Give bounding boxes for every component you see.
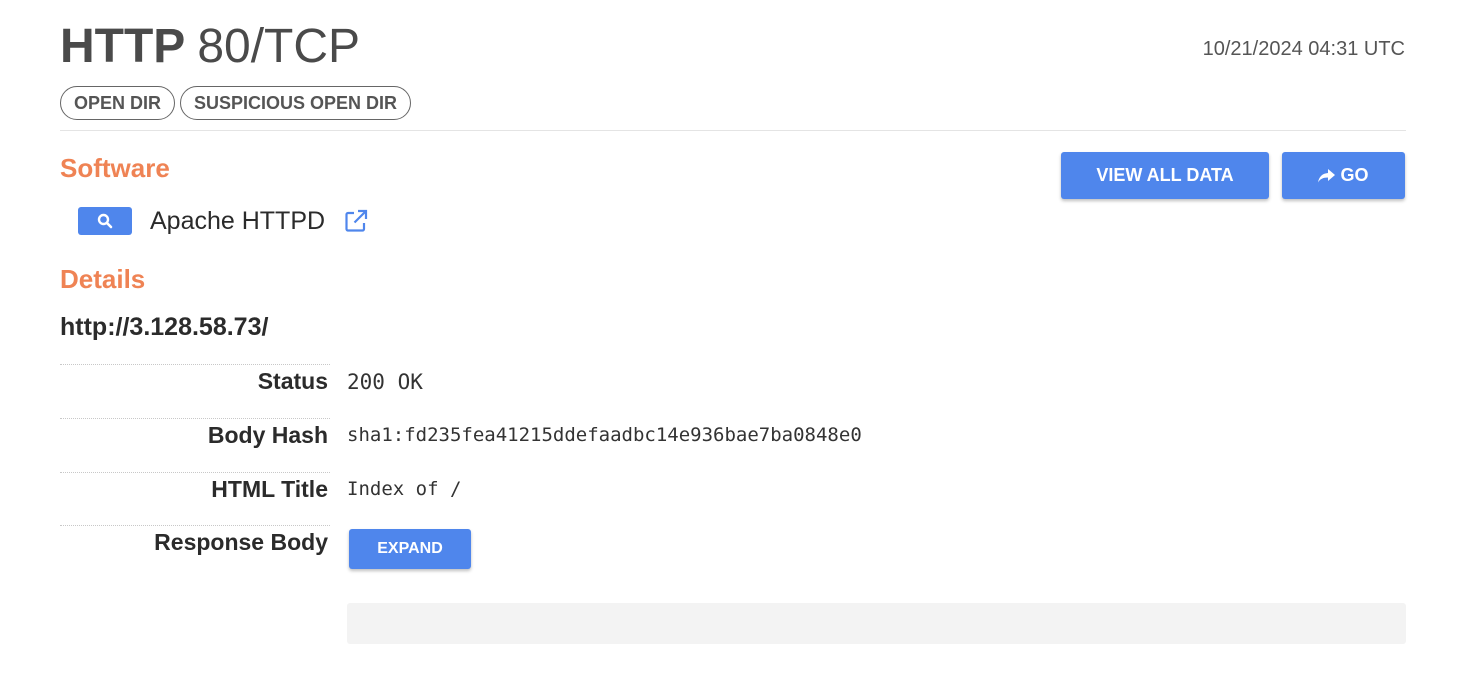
timestamp: 10/21/2024 04:31 UTC — [1202, 38, 1405, 60]
details-heading: Details — [60, 264, 146, 294]
response-body-preview — [347, 603, 1406, 644]
detail-row-body-hash: Body Hash sha1:fd235fea41215ddefaadbc14e… — [60, 418, 1406, 472]
view-all-data-button[interactable]: VIEW ALL DATA — [1061, 152, 1269, 199]
detail-row-status: Status 200 OK — [60, 364, 1406, 418]
html-title-value: Index of / — [347, 478, 462, 500]
share-arrow-icon — [1318, 168, 1336, 183]
go-button[interactable]: GO — [1282, 152, 1405, 199]
search-icon[interactable] — [78, 207, 132, 235]
software-heading: Software — [60, 153, 170, 183]
status-value: 200 OK — [347, 370, 423, 394]
html-title-label: HTML Title — [211, 476, 328, 502]
external-link-icon[interactable] — [343, 208, 369, 234]
service-url: http://3.128.58.73/ — [60, 313, 269, 341]
go-button-label: GO — [1340, 165, 1369, 185]
tag-list: OPEN DIR SUSPICIOUS OPEN DIR — [60, 86, 412, 120]
software-item: Apache HTTPD — [78, 204, 369, 238]
body-hash-label: Body Hash — [207, 422, 328, 448]
header-divider — [60, 130, 1406, 131]
port-label: 80/TCP — [197, 20, 361, 73]
row-separator — [60, 525, 330, 526]
protocol-label: HTTP — [60, 20, 186, 73]
detail-row-html-title: HTML Title Index of / — [60, 472, 1406, 526]
detail-row-response-body: Response Body EXPAND — [60, 525, 1406, 579]
service-title: HTTP 80/TCP — [60, 18, 360, 76]
status-label: Status — [257, 368, 328, 394]
row-separator — [60, 472, 330, 473]
response-body-label: Response Body — [154, 529, 328, 555]
body-hash-value: sha1:fd235fea41215ddefaadbc14e936bae7ba0… — [347, 424, 862, 446]
row-separator — [60, 418, 330, 419]
row-separator — [60, 364, 330, 365]
tag-suspicious-open-dir[interactable]: SUSPICIOUS OPEN DIR — [180, 86, 412, 120]
expand-button[interactable]: EXPAND — [349, 529, 471, 569]
service-card: HTTP 80/TCP 10/21/2024 04:31 UTC OPEN DIR… — [0, 0, 1480, 690]
tag-open-dir[interactable]: OPEN DIR — [60, 86, 176, 120]
software-name: Apache HTTPD — [150, 206, 326, 235]
